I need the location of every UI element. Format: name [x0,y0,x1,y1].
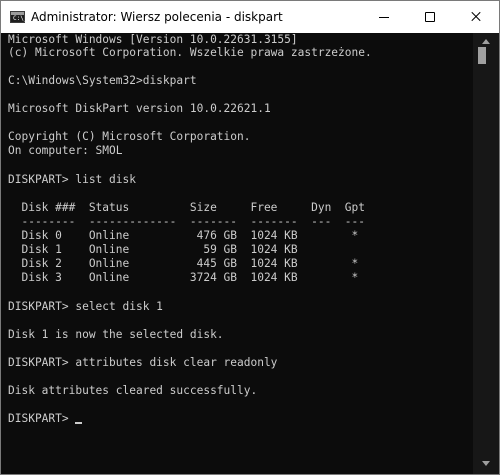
console-line: C:\Windows\System32>diskpart [8,74,197,87]
console-line: Disk 3 Online 3724 GB 1024 KB * [8,271,359,284]
scrollbar-thumb[interactable] [478,47,486,64]
console-line: DISKPART> [8,412,76,425]
cmd-icon-prompt: C:\_ [13,15,28,22]
console-line: -------- ------------- ------- ------- -… [8,215,365,228]
minimize-button[interactable] [361,1,407,33]
console-line: On computer: SMOL [8,144,123,157]
text-cursor [75,422,82,424]
maximize-icon [425,12,435,22]
close-button[interactable] [453,1,499,33]
console-line: Microsoft DiskPart version 10.0.22621.1 [8,102,271,115]
maximize-button[interactable] [407,1,453,33]
console-line: Disk attributes cleared successfully. [8,384,258,397]
window-title: Administrator: Wiersz polecenia - diskpa… [31,10,283,24]
console-line: Disk ### Status Size Free Dyn Gpt [8,201,365,214]
console-line: DISKPART> list disk [8,173,136,186]
console-output[interactable]: Microsoft Windows [Version 10.0.22631.31… [1,33,473,474]
console-line: Disk 1 is now the selected disk. [8,328,224,341]
scroll-down-arrow-icon[interactable] [482,461,490,466]
console-line: Disk 2 Online 445 GB 1024 KB * [8,257,359,270]
vertical-scrollbar[interactable] [473,33,499,474]
console-line: Microsoft Windows [Version 10.0.22631.31… [8,33,298,46]
console-line: Disk 1 Online 59 GB 1024 KB [8,243,298,256]
console-line: DISKPART> select disk 1 [8,300,163,313]
console-line: Copyright (C) Microsoft Corporation. [8,130,251,143]
scroll-up-arrow-icon[interactable] [482,39,490,44]
minimize-icon [379,17,389,18]
title-bar[interactable]: C:\_ Administrator: Wiersz polecenia - d… [1,1,499,33]
console-line: DISKPART> attributes disk clear readonly [8,356,278,369]
cmd-icon: C:\_ [10,11,28,23]
console-line: Disk 0 Online 476 GB 1024 KB * [8,229,359,242]
console-line: (c) Microsoft Corporation. Wszelkie praw… [8,46,372,59]
